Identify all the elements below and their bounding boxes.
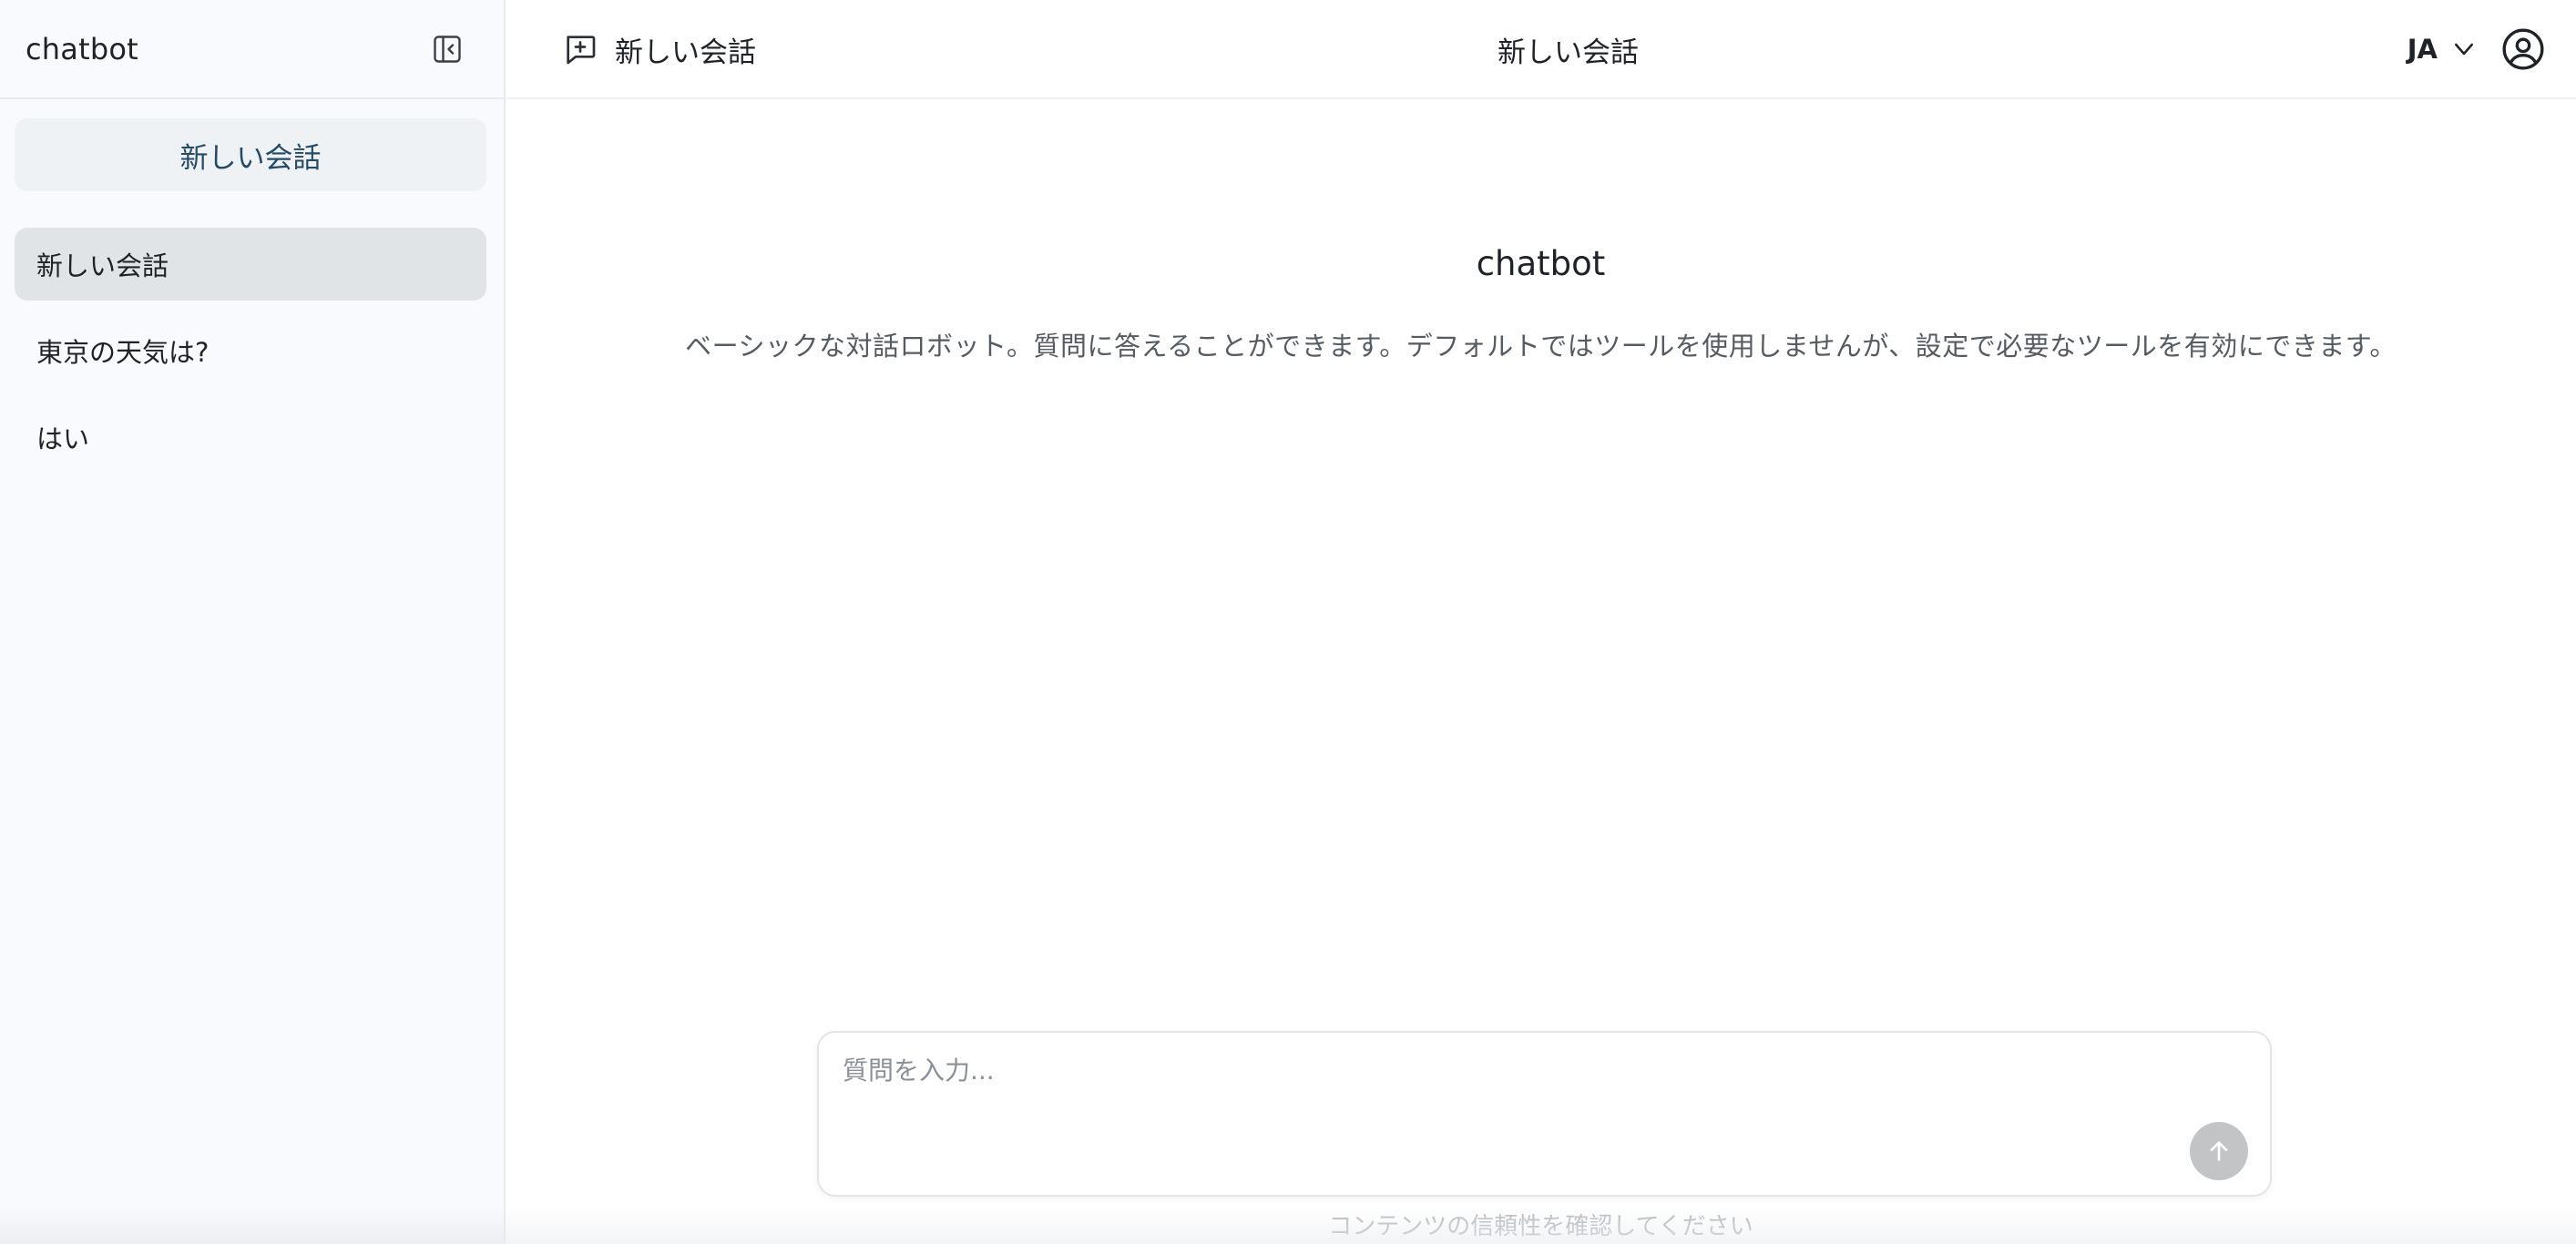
conversation-item[interactable]: 東京の天気は?: [15, 314, 486, 387]
disclaimer-text: コンテンツの信頼性を確認してください: [1328, 1213, 1753, 1240]
sidebar-header: chatbot: [0, 0, 504, 99]
main-panel: 新しい会話 新しい会話 JA chatbot ベーシックな対話ロボット。質問に答…: [506, 0, 2576, 1244]
language-select[interactable]: JA: [2407, 24, 2478, 75]
sidebar-collapse-icon: [434, 35, 461, 63]
send-button[interactable]: [2190, 1122, 2248, 1180]
message-composer: [817, 1031, 2272, 1197]
topbar-new-chat-label: 新しい会話: [615, 36, 756, 69]
sidebar-bottom-fade: [0, 1208, 504, 1244]
sidebar: chatbot 新しい会話 新しい会話 東京の天気は? はい: [0, 0, 506, 1244]
arrow-up-icon: [2210, 1141, 2228, 1161]
user-menu-button[interactable]: [2496, 22, 2550, 76]
app-title: chatbot: [26, 31, 138, 66]
welcome-section: chatbot ベーシックな対話ロボット。質問に答えることができます。デフォルト…: [506, 244, 2576, 363]
welcome-title: chatbot: [1476, 244, 1606, 283]
conversation-item[interactable]: はい: [15, 401, 486, 474]
conversation-list: 新しい会話 東京の天気は? はい: [15, 228, 486, 487]
welcome-description: ベーシックな対話ロボット。質問に答えることができます。デフォルトではツールを使用…: [685, 331, 2397, 362]
app-root: chatbot 新しい会話 新しい会話 東京の天気は? はい 新しい会話 新しい…: [0, 0, 2576, 1244]
topbar: 新しい会話 新しい会話 JA: [506, 0, 2576, 99]
message-input[interactable]: [841, 1049, 2162, 1158]
topbar-new-chat-button[interactable]: 新しい会話: [562, 24, 756, 75]
chevron-down-icon: [2455, 43, 2473, 56]
language-label: JA: [2407, 34, 2438, 65]
conversation-item-active[interactable]: 新しい会話: [15, 228, 486, 301]
user-circle-icon: [2502, 28, 2544, 70]
sidebar-collapse-button[interactable]: [422, 24, 473, 75]
sidebar-new-chat-button[interactable]: 新しい会話: [15, 118, 486, 191]
conversation-title: 新しい会話: [1498, 36, 1639, 69]
message-plus-icon: [567, 36, 596, 65]
